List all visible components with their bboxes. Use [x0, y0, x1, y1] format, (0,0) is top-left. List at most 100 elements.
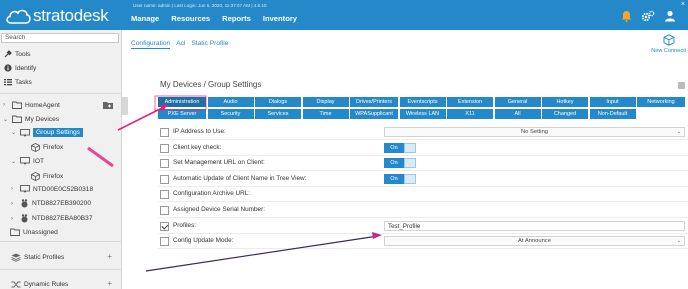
tab-administration[interactable]: Administration [158, 97, 206, 107]
tab-audio[interactable]: Audio [207, 97, 254, 107]
add-static-profile-icon[interactable]: + [107, 252, 112, 261]
tab-all[interactable]: All [494, 109, 541, 119]
tree-item-device-2[interactable]: › NTD8827EB390200 [11, 199, 91, 208]
tree-item-homeagent[interactable]: › HomeAgent [3, 101, 60, 109]
chevron-right-icon[interactable]: › [11, 201, 17, 207]
setting-label: Automatic Update of Client Name in Tree … [173, 174, 307, 182]
profiles-input[interactable]: Test_Profile [384, 220, 685, 231]
setting-checkbox[interactable] [160, 221, 169, 231]
tab-acl[interactable]: Acl [176, 40, 185, 49]
chevron-down-icon[interactable]: ⌄ [11, 129, 17, 136]
setting-checkbox[interactable] [160, 143, 169, 153]
setting-checkbox[interactable] [160, 159, 169, 169]
shuffle-icon [11, 281, 21, 288]
tab-display[interactable]: Display [302, 97, 349, 107]
setting-toggle[interactable]: On [384, 158, 416, 169]
close-icon[interactable]: × [681, 1, 685, 8]
user-icon[interactable] [664, 10, 676, 22]
chevron-down-icon[interactable]: ⌄ [11, 158, 17, 165]
setting-checkbox[interactable] [160, 237, 169, 247]
tab-static-profile[interactable]: Static Profile [191, 40, 228, 49]
tree-item-device-1[interactable]: › NTD00E0C52B0318 [11, 185, 93, 193]
nav-manage[interactable]: Manage [131, 14, 159, 23]
info-icon [4, 64, 12, 72]
chevron-right-icon[interactable]: › [11, 186, 17, 192]
search-input[interactable]: Search [1, 33, 119, 43]
sidebar-item-tools[interactable]: Tools [4, 50, 30, 58]
tab-hotkey[interactable]: Hotkey [542, 97, 588, 107]
settings-row: Configuration Archive URL: [158, 188, 688, 203]
tab-dialogs[interactable]: Dialogs [255, 97, 301, 107]
tree-item-group-settings[interactable]: ⌄ Group Settings [11, 128, 83, 137]
tab-input[interactable]: Input [589, 97, 636, 107]
row-divider [158, 170, 688, 172]
tab-security[interactable]: Security [207, 109, 254, 119]
raspberry-icon [21, 214, 28, 223]
tree-item-unassigned[interactable]: Unassigned [10, 228, 58, 236]
top-icons [621, 10, 676, 22]
tab-pxe-server[interactable]: PXE Server [158, 109, 206, 119]
tree-label: Firefox [43, 144, 64, 151]
stratodesk-logo[interactable]: stratodesk [5, 6, 109, 26]
chevron-down-icon[interactable]: ⌄ [3, 116, 9, 123]
tree-item-firefox-2[interactable]: Firefox [31, 172, 63, 181]
sidebar-divider [0, 269, 122, 270]
lock-icon[interactable] [678, 82, 685, 89]
tab-changed[interactable]: Changed [542, 109, 588, 119]
raspberry-icon [21, 199, 28, 208]
setting-checkbox[interactable] [160, 174, 169, 184]
tree-item-iot[interactable]: ⌄ IOT [11, 157, 44, 165]
tab-time[interactable]: Time [302, 109, 349, 119]
tree-label-selected: Group Settings [33, 128, 83, 137]
tab-drives-printers[interactable]: Drives/Printers [350, 97, 398, 107]
subtabs: Configuration Acl Static Profile [131, 40, 228, 49]
setting-checkbox[interactable] [160, 128, 169, 137]
tab-non-default[interactable]: Non-Default [589, 109, 636, 119]
tree-item-my-devices[interactable]: ⌄ My Devices [3, 115, 59, 123]
tab-extension[interactable]: Extension [447, 97, 493, 107]
sidebar-item-identify[interactable]: Identify [4, 64, 36, 72]
sidebar-collapse-handle[interactable] [122, 97, 128, 115]
setting-select[interactable]: At Announce ⌄ [384, 236, 685, 247]
tree-item-firefox[interactable]: Firefox [31, 143, 63, 152]
chevron-right-icon[interactable]: › [11, 216, 17, 222]
tab-wireless-lan[interactable]: Wireless LAN [399, 109, 446, 119]
tab-services[interactable]: Services [255, 109, 301, 119]
chevron-right-icon[interactable]: › [3, 102, 9, 108]
setting-checkbox[interactable] [160, 190, 169, 200]
sidebar-section-static-profiles[interactable]: Static Profiles [11, 253, 64, 262]
folder-icon [10, 228, 20, 236]
tab-x11[interactable]: X11 [447, 109, 493, 119]
gears-icon[interactable] [641, 10, 655, 22]
row-divider [158, 154, 688, 156]
row-divider [158, 248, 688, 250]
tab-configuration[interactable]: Configuration [131, 40, 171, 49]
nav-inventory[interactable]: Inventory [263, 14, 297, 23]
tasks-icon [4, 79, 12, 86]
nav-resources[interactable]: Resources [171, 14, 210, 23]
tree-label: My Devices [25, 115, 60, 123]
settings-row: Assigned Device Serial Number: [158, 204, 688, 218]
folder-open-icon [12, 115, 22, 123]
tab-eventscripts[interactable]: Eventscripts [399, 97, 446, 107]
tab-wpasupplicant[interactable]: WPASupplicant [350, 109, 398, 119]
setting-select[interactable]: No Setting ⌄ [384, 127, 685, 137]
tab-general[interactable]: General [494, 97, 541, 107]
tree-item-device-3[interactable]: › NTD8827EBA80B37 [11, 214, 92, 223]
sidebar-section-dynamic-rules[interactable]: Dynamic Rules [11, 280, 68, 289]
add-folder-icon[interactable] [103, 101, 113, 109]
tree-label: NTD8827EBA80B37 [32, 215, 93, 222]
bell-icon[interactable] [621, 10, 632, 22]
setting-checkbox[interactable] [160, 206, 169, 215]
setting-label: Set Management URL on Client: [173, 159, 265, 167]
tab-networking[interactable]: Networking [637, 97, 685, 107]
add-dynamic-rule-icon[interactable]: + [107, 279, 112, 288]
cloud-logo-icon [6, 9, 31, 24]
nav-reports[interactable]: Reports [222, 14, 251, 23]
setting-toggle[interactable]: On [384, 142, 416, 153]
select-value: At Announce [518, 238, 551, 245]
setting-toggle[interactable]: On [384, 173, 416, 184]
new-connection-button[interactable]: New Connecti [651, 34, 686, 54]
sidebar-item-tasks[interactable]: Tasks [4, 78, 32, 86]
section-label: Dynamic Rules [24, 281, 69, 288]
